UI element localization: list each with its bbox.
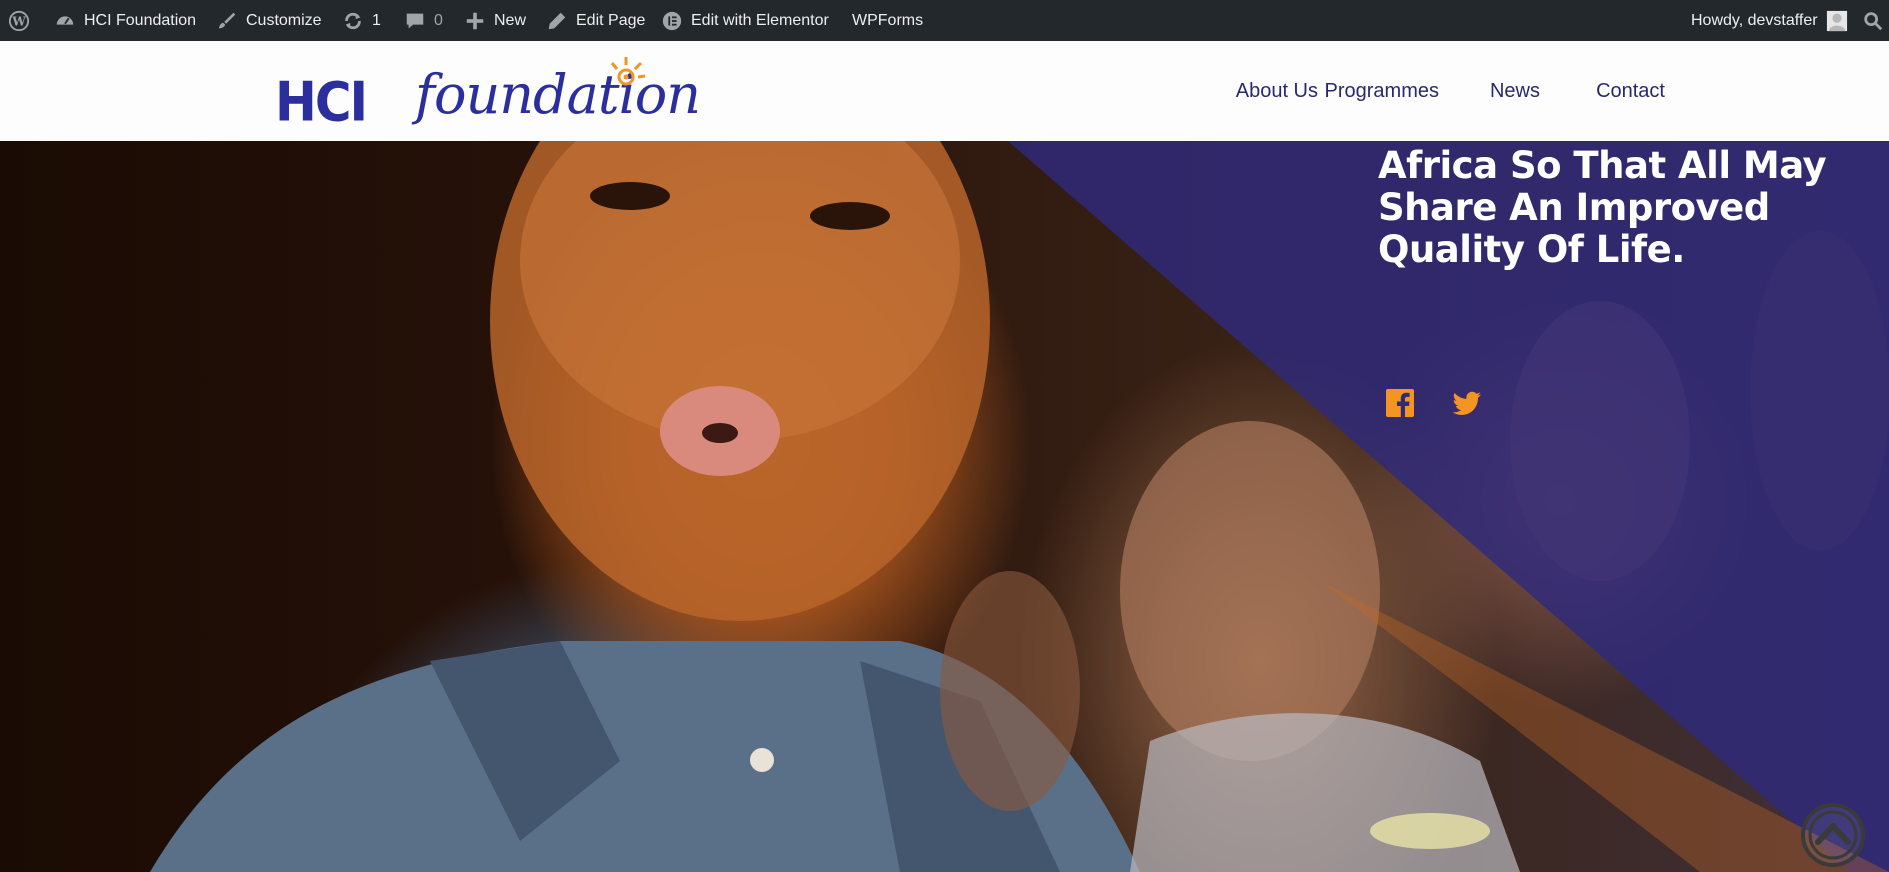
customize-label: Customize xyxy=(246,11,322,29)
greeting-label: Howdy, devstaffer xyxy=(1691,11,1818,29)
hero-heading-line-2: Share An Improved xyxy=(1378,186,1770,229)
plus-icon xyxy=(466,12,484,29)
wpforms-label: WPForms xyxy=(852,11,924,29)
updates-count: 1 xyxy=(372,11,381,29)
search-icon xyxy=(1864,11,1883,30)
wordpress-icon: W xyxy=(8,10,30,31)
svg-text:W: W xyxy=(11,14,26,28)
comment-icon xyxy=(406,13,424,28)
site-logo[interactable]: HCI foundation xyxy=(275,53,701,134)
edit-elementor-label: Edit with Elementor xyxy=(691,11,829,29)
hero-heading: Africa So That All May Share An Improved… xyxy=(1378,145,1858,271)
scroll-to-top-icon[interactable] xyxy=(1800,802,1866,868)
site-header: HCI foundation About Us Programmes News … xyxy=(0,41,1889,141)
dashboard-icon xyxy=(56,15,74,25)
comments-link[interactable]: 0 xyxy=(404,0,443,41)
hero-heading-line-1: Africa So That All May xyxy=(1378,144,1827,187)
twitter-icon[interactable] xyxy=(1452,388,1482,418)
comments-count: 0 xyxy=(434,11,443,29)
updates-icon xyxy=(345,12,361,29)
logo-text-hci: HCI xyxy=(275,70,368,134)
site-name-link[interactable]: HCI Foundation xyxy=(54,0,196,41)
wpforms-link[interactable]: WPForms xyxy=(852,0,923,41)
nav-contact[interactable]: Contact xyxy=(1596,80,1665,103)
logo-text-foundation: foundation xyxy=(415,63,701,126)
updates-link[interactable]: 1 xyxy=(342,0,381,41)
customize-link[interactable]: Customize xyxy=(216,0,322,41)
admin-bar: W HCI Foundation Customize 1 0 New Edit … xyxy=(0,0,1889,41)
site-name-label: HCI Foundation xyxy=(84,11,197,29)
wordpress-logo-button[interactable]: W xyxy=(8,0,30,41)
hero-heading-line-3: Quality Of Life. xyxy=(1378,228,1685,271)
nav-about-us[interactable]: About Us xyxy=(1236,80,1318,103)
search-button[interactable] xyxy=(1862,0,1884,41)
elementor-icon xyxy=(662,11,682,30)
account-menu[interactable]: Howdy, devstaffer xyxy=(1691,0,1848,41)
new-label: New xyxy=(494,11,527,29)
hero-section: Africa So That All May Share An Improved… xyxy=(0,141,1889,872)
facebook-icon[interactable] xyxy=(1385,388,1415,418)
avatar xyxy=(1826,10,1847,31)
nav-news[interactable]: News xyxy=(1490,80,1540,103)
edit-elementor-link[interactable]: Edit with Elementor xyxy=(661,0,829,41)
brush-icon xyxy=(218,12,236,28)
new-content-link[interactable]: New xyxy=(464,0,526,41)
pencil-icon xyxy=(548,12,566,29)
edit-page-link[interactable]: Edit Page xyxy=(546,0,645,41)
logo-sun-icon xyxy=(610,57,646,86)
nav-programmes[interactable]: Programmes xyxy=(1325,80,1439,103)
edit-page-label: Edit Page xyxy=(576,11,646,29)
